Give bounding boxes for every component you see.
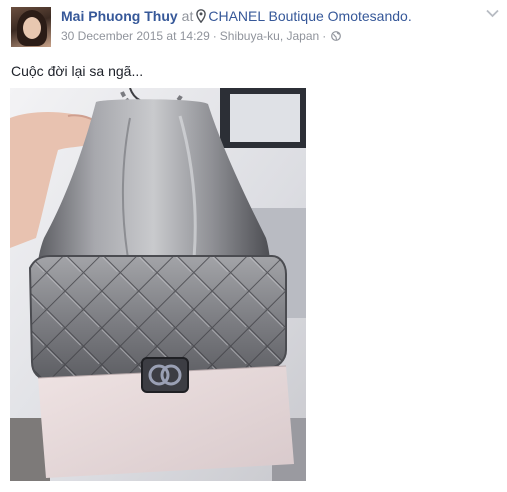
place-link[interactable]: Shibuya-ku, Japan bbox=[220, 29, 319, 43]
location-name: CHANEL Boutique Omotesando. bbox=[208, 8, 412, 24]
location-link[interactable]: CHANEL Boutique Omotesando. bbox=[196, 8, 412, 24]
meta-separator: · bbox=[212, 29, 217, 43]
at-text: at bbox=[181, 8, 194, 24]
post-meta: 30 December 2015 at 14:29 · Shibuya-ku, Ja… bbox=[61, 29, 342, 44]
chevron-down-icon[interactable] bbox=[486, 9, 499, 18]
avatar-face bbox=[23, 17, 41, 39]
meta-separator-2: · bbox=[322, 29, 327, 43]
post-card: Mai Phuong Thuy at CHANEL Boutique Omotesa… bbox=[0, 0, 507, 492]
photo-illustration bbox=[10, 88, 306, 481]
timestamp-link[interactable]: 30 December 2015 at 14:29 bbox=[61, 29, 210, 43]
map-pin-icon bbox=[196, 9, 207, 23]
post-header: Mai Phuong Thuy at CHANEL Boutique Omotesa… bbox=[61, 8, 412, 25]
avatar[interactable] bbox=[11, 7, 51, 47]
post-text: Cuộc đời lại sa ngã... bbox=[11, 63, 144, 79]
post-photo[interactable] bbox=[10, 88, 306, 481]
author-name[interactable]: Mai Phuong Thuy bbox=[61, 8, 178, 24]
globe-icon[interactable] bbox=[331, 31, 342, 41]
